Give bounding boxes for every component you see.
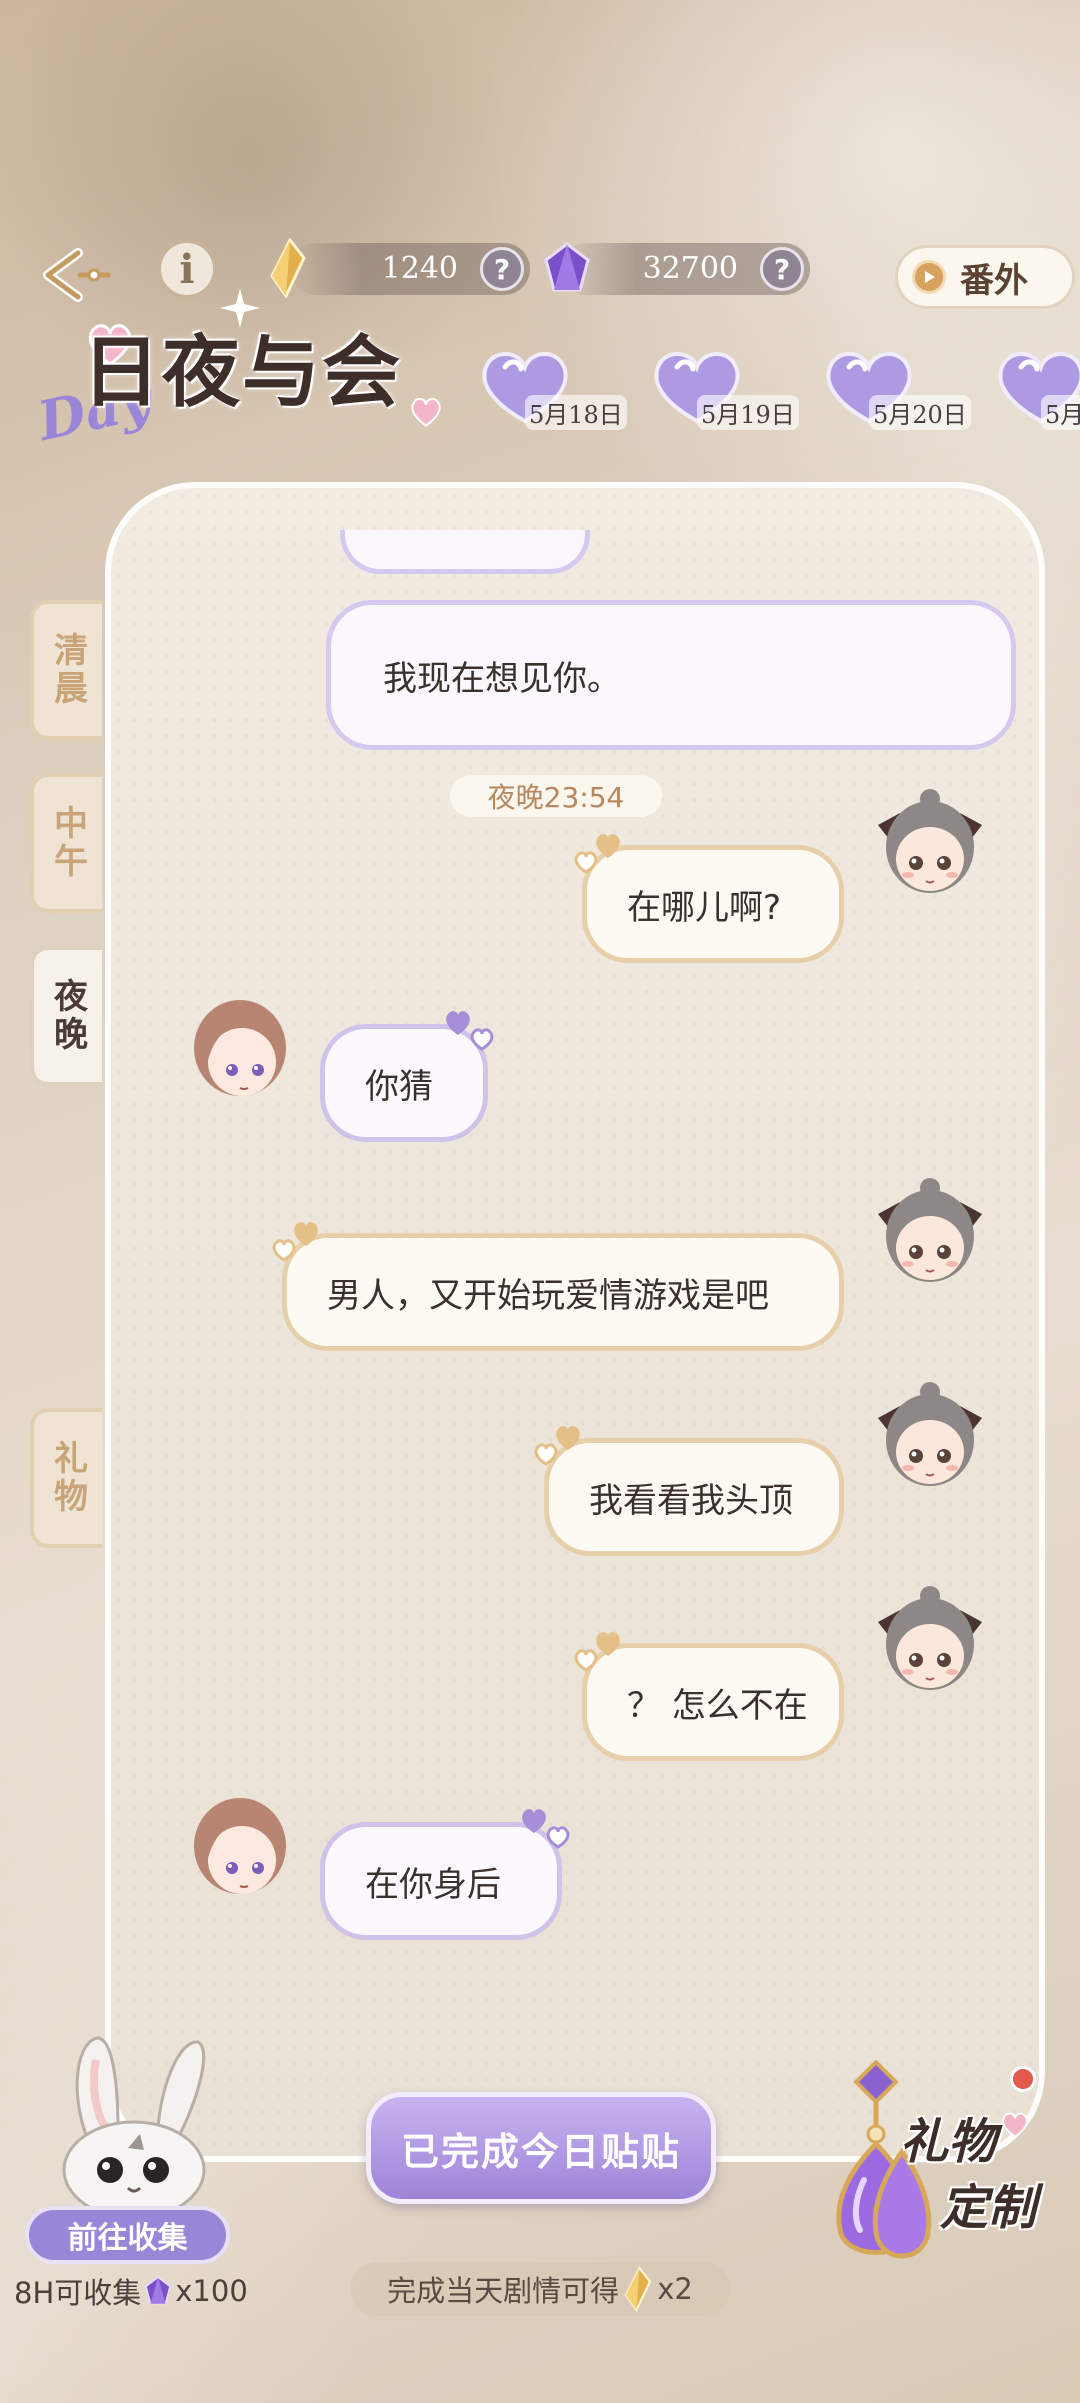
chat-timestamp: 夜晚23:54 (450, 775, 662, 817)
info-button[interactable]: i (158, 240, 216, 298)
purple-help-button[interactable]: ? (760, 247, 804, 291)
gold-amount: 1240 (381, 251, 458, 286)
heart-decoration-icon (411, 397, 441, 427)
message-text: 我现在想见你。 (383, 658, 621, 699)
message-text: 你猜 (365, 1066, 433, 1107)
heart-decoration-icon (1002, 2112, 1028, 2138)
gold-currency-bar: 1240 ? (290, 243, 530, 295)
tab-night[interactable]: 夜晚 (30, 946, 102, 1086)
message-text: 在哪儿啊? (627, 887, 782, 928)
purple-gem-icon (544, 242, 590, 292)
purple-gem-icon (145, 2276, 172, 2305)
reward-text: 完成当天剧情可得 (387, 2274, 620, 2308)
message-text: 男人，又开始玩爱情游戏是吧 (327, 1275, 769, 1316)
character-avatar-icon[interactable] (180, 1788, 300, 1908)
tab-gift[interactable]: 礼物 (30, 1408, 102, 1548)
go-collect-button[interactable]: 前往收集 (25, 2206, 230, 2264)
gold-crystal-icon (624, 2266, 652, 2312)
date-tab[interactable]: 5月19日 (647, 345, 817, 435)
tab-morning[interactable]: 清晨 (30, 600, 102, 740)
purple-amount: 32700 (642, 251, 738, 286)
player-avatar-icon[interactable] (870, 785, 990, 905)
gift-custom-line1: 礼物 (900, 2114, 997, 2170)
message-text: 在你身后 (365, 1864, 501, 1905)
tab-noon[interactable]: 中午 (30, 773, 102, 913)
hearts-decoration-icon (574, 1632, 620, 1672)
logo-title: 日夜与会 (82, 327, 403, 418)
info-icon: i (179, 245, 195, 293)
completed-today-button[interactable]: 已完成今日贴贴 (366, 2092, 716, 2204)
play-icon (912, 260, 946, 294)
date-label: 5月18日 (525, 395, 627, 430)
rabbit-mascot-icon[interactable] (48, 2030, 218, 2220)
date-tab[interactable]: 5月20日 (819, 345, 989, 435)
date-tab[interactable]: 5月 (991, 345, 1080, 435)
gift-custom-line2: 定制 (940, 2180, 1037, 2236)
player-avatar-icon[interactable] (870, 1378, 990, 1498)
event-logo: Day 日夜与会 (30, 288, 460, 453)
notification-dot (1010, 2066, 1036, 2092)
chat-bubble-me: 我看看我头顶 (544, 1438, 844, 1556)
hearts-decoration-icon (272, 1222, 318, 1262)
extra-story-button[interactable]: 番外 (895, 245, 1075, 309)
chat-bubble-me: 男人，又开始玩爱情游戏是吧 (282, 1233, 844, 1351)
character-avatar-icon[interactable] (180, 990, 300, 1110)
gold-help-button[interactable]: ? (480, 247, 524, 291)
gold-crystal-icon (270, 238, 306, 298)
date-label: 5月20日 (869, 395, 971, 430)
message-text: 我看看我头顶 (589, 1480, 793, 1521)
hearts-decoration-icon (522, 1809, 570, 1849)
collect-info-text: 8H可收集 (14, 2276, 142, 2310)
hearts-decoration-icon (446, 1011, 494, 1051)
extra-story-label: 番外 (960, 260, 1028, 301)
date-label: 5月19日 (697, 395, 799, 430)
date-tabs: 5月18日 5月19日 5月20日 5月 (475, 345, 1080, 435)
hearts-decoration-icon (574, 834, 620, 874)
player-avatar-icon[interactable] (870, 1174, 990, 1294)
date-tab[interactable]: 5月18日 (475, 345, 645, 435)
collect-info: 8H可收集 x100 (14, 2270, 248, 2312)
purple-currency-bar: 32700 ? (560, 243, 810, 295)
reward-info: 完成当天剧情可得 x2 (350, 2262, 730, 2316)
chat-bubble-message: 我现在想见你。 (326, 600, 1016, 750)
date-label: 5月 (1041, 395, 1080, 430)
collect-info-amount: x100 (175, 2274, 248, 2308)
chat-bubble-cutoff (340, 530, 590, 574)
player-avatar-icon[interactable] (870, 1582, 990, 1702)
hearts-decoration-icon (534, 1426, 580, 1466)
reward-amount: x2 (657, 2272, 693, 2306)
message-text: ？ 怎么不在 (627, 1685, 808, 1726)
